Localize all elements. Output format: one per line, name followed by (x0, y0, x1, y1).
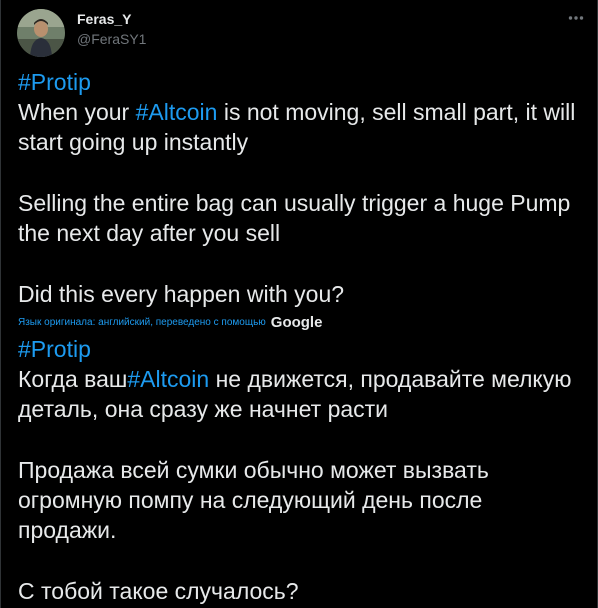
tweet-body: #Protip When your #Altcoin is not moving… (18, 67, 583, 606)
translation-attribution: Язык оригинала: английский, переведено с… (18, 310, 583, 334)
more-horizontal-icon[interactable] (568, 14, 584, 22)
translated-text: #Protip Когда ваш#Altcoin не движется, п… (18, 334, 583, 606)
hashtag-link[interactable]: #Altcoin (136, 99, 218, 125)
hashtag-link[interactable]: #Protip (18, 336, 91, 362)
avatar-photo (17, 9, 65, 57)
original-paragraph-3: Did this every happen with you? (18, 281, 345, 307)
tweet: Feras_Y @FeraSY1 #Protip When your #Altc… (0, 0, 598, 608)
tweet-header: Feras_Y @FeraSY1 (1, 0, 598, 60)
translated-paragraph-3: С тобой такое случалось? (18, 578, 299, 604)
user-block[interactable]: Feras_Y @FeraSY1 (77, 11, 146, 48)
original-paragraph-2: Selling the entire bag can usually trigg… (18, 190, 571, 246)
translation-note-text[interactable]: Язык оригинала: английский, переведено с… (18, 317, 266, 328)
original-hashtag-line: #Protip (18, 67, 583, 97)
translated-paragraph-1: Когда ваш#Altcoin не движется, продавайт… (18, 364, 583, 424)
hashtag-link[interactable]: #Protip (18, 69, 91, 95)
google-logo: Google (270, 313, 323, 331)
avatar[interactable] (17, 9, 65, 57)
text-segment: When your (18, 99, 136, 125)
translated-hashtag-line: #Protip (18, 334, 583, 364)
text-segment: Когда ваш (18, 366, 128, 392)
user-handle[interactable]: @FeraSY1 (77, 30, 146, 48)
translated-paragraph-2: Продажа всей сумки обычно может вызвать … (18, 457, 489, 543)
original-text: #Protip When your #Altcoin is not moving… (18, 67, 583, 309)
original-paragraph-1: When your #Altcoin is not moving, sell s… (18, 97, 583, 157)
display-name[interactable]: Feras_Y (77, 11, 146, 27)
hashtag-link[interactable]: #Altcoin (127, 366, 209, 392)
